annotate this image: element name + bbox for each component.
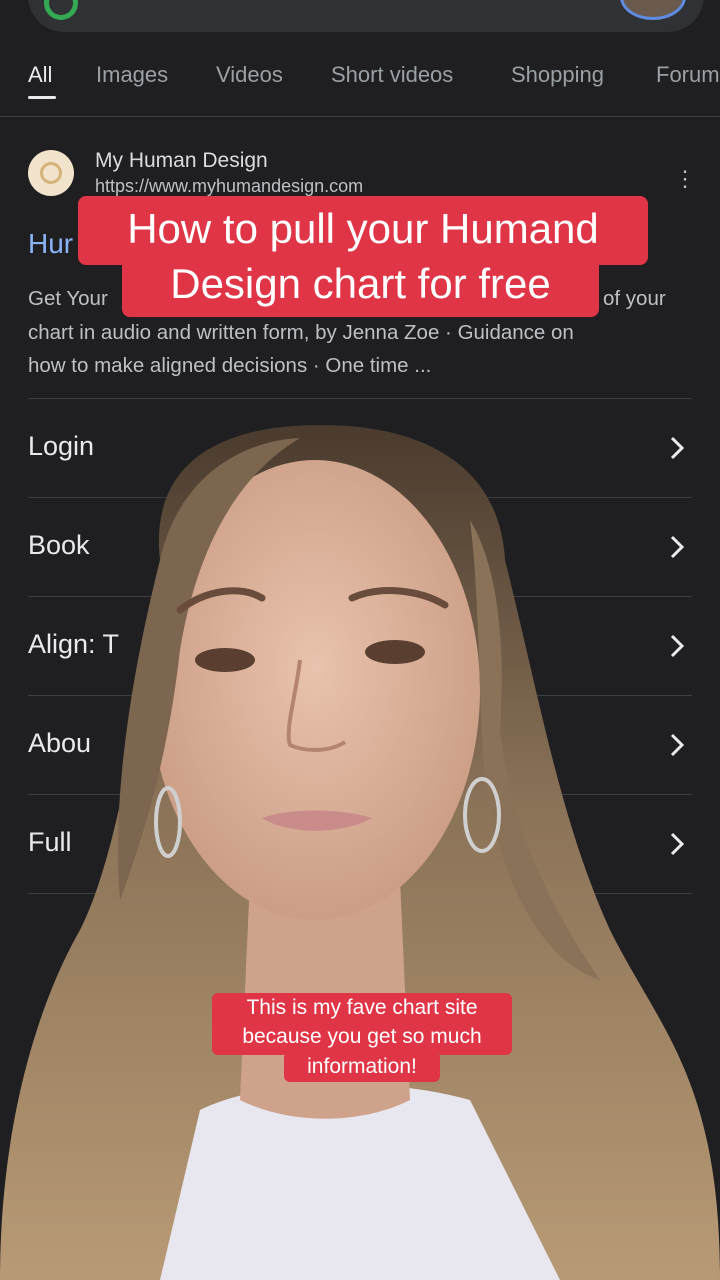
screen: All Images Videos Short videos Shopping …: [0, 0, 720, 1280]
search-bar[interactable]: [28, 0, 704, 32]
result-site-name[interactable]: My Human Design: [95, 149, 268, 173]
headline-caption-line2: Design chart for free: [122, 257, 599, 317]
tab-images[interactable]: Images: [96, 62, 168, 88]
headline-caption-line1: How to pull your Humand: [78, 196, 648, 265]
chevron-right-icon: [670, 832, 684, 856]
subtitle-line: This is my fave chart site: [246, 996, 478, 1019]
subtitle-caption-end: information!: [284, 1052, 440, 1082]
chevron-right-icon: [670, 535, 684, 559]
tabs-divider: [0, 116, 720, 117]
chevron-right-icon: [670, 436, 684, 460]
kebab-menu-icon[interactable]: ⋮: [674, 166, 696, 192]
tab-all[interactable]: All: [28, 62, 52, 88]
site-favicon-icon: [28, 150, 74, 196]
search-tabs: All Images Videos Short videos Shopping …: [0, 58, 720, 98]
subtitle-line: information!: [307, 1055, 417, 1078]
result-title-link[interactable]: Hur: [28, 228, 73, 260]
sitelink-label: Abou: [28, 728, 92, 758]
chevron-right-icon: [670, 733, 684, 757]
sitelink-login[interactable]: Login: [28, 398, 692, 497]
sitelink-label: Book: [28, 530, 90, 560]
result-site-url[interactable]: https://www.myhumandesign.com: [95, 176, 363, 197]
snippet-line: how to make aligned decisions · One time…: [28, 354, 432, 377]
subtitle-line: because you get so much: [242, 1025, 482, 1048]
sitelink-about[interactable]: Abou: [28, 695, 692, 794]
sitelink-full[interactable]: Full: [28, 794, 692, 893]
sitelink-align[interactable]: Align: T: [28, 596, 692, 695]
subtitle-caption: This is my fave chart site because you g…: [212, 993, 512, 1055]
tab-videos[interactable]: Videos: [216, 62, 283, 88]
tab-shopping[interactable]: Shopping: [511, 62, 604, 88]
sitelink-label: Login: [28, 431, 95, 461]
sitelinks-divider: [28, 893, 692, 895]
chevron-right-icon: [670, 634, 684, 658]
sitelink-book[interactable]: Book: [28, 497, 692, 596]
sitelink-label: Align: T: [28, 629, 120, 659]
snippet-line: chart in audio and written form, by Jenn…: [28, 320, 574, 344]
active-tab-indicator: [28, 96, 56, 99]
tab-short-videos[interactable]: Short videos: [331, 62, 453, 88]
tab-forum[interactable]: Forum: [656, 62, 720, 88]
sitelink-label: Full: [28, 827, 72, 857]
